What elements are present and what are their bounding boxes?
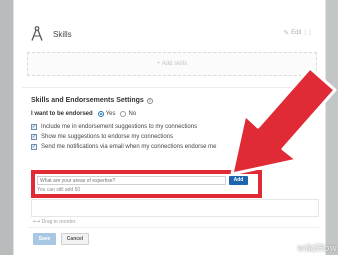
skills-header: Skills [30, 26, 72, 42]
cancel-button[interactable]: Cancel [61, 233, 89, 245]
expertise-input[interactable] [37, 176, 226, 185]
wikihow-watermark: wikiHow [297, 244, 337, 254]
drag-hint: ⟷ Drag to reorder. [33, 219, 77, 225]
left-background-strip [0, 0, 13, 255]
checkbox-checked[interactable]: ✓ [31, 134, 37, 140]
footer-divider [28, 227, 319, 228]
question-icon[interactable]: ? [146, 97, 153, 104]
grip-icon[interactable]: ⁞ [309, 30, 311, 37]
drag-hint-text: Drag to reorder. [41, 219, 77, 225]
endorsed-label: I want to be endorsed [31, 111, 93, 117]
radio-no[interactable] [120, 111, 127, 117]
skills-edit-controls: ✎ Edit | ⁞ [283, 29, 311, 38]
radio-yes[interactable] [97, 111, 104, 117]
right-background-strip [326, 0, 338, 255]
settings-title: Skills and Endorsements Settings ? [31, 97, 153, 104]
checkbox-row[interactable]: ✓ Include me in endorsement suggestions … [31, 124, 197, 130]
checkbox-label[interactable]: Include me in endorsement suggestions to… [41, 124, 197, 130]
endorsed-radio-group: I want to be endorsed Yes No [31, 111, 141, 117]
radio-yes-label[interactable]: Yes [106, 111, 116, 117]
add-expertise-button[interactable]: Add [229, 176, 248, 185]
pencil-icon[interactable]: ✎ [283, 29, 289, 37]
drag-arrows-icon: ⟷ [33, 219, 42, 225]
checkbox-label[interactable]: Show me suggestions to endorse my connec… [41, 134, 173, 140]
remaining-count-note: You can still add 50 [37, 187, 81, 193]
skills-title: Skills [53, 29, 72, 39]
divider: | [304, 30, 307, 36]
expertise-highlight-box: Add You can still add 50 [31, 170, 262, 198]
section-divider [22, 87, 319, 88]
settings-title-text: Skills and Endorsements Settings [31, 97, 144, 104]
checkbox-row[interactable]: ✓ Send me notifications via email when m… [31, 144, 216, 150]
edit-link[interactable]: Edit [291, 30, 301, 36]
profile-skills-card: Skills ✎ Edit | ⁞ + Add skills Skills an… [13, 0, 326, 255]
compass-icon [31, 26, 43, 41]
checkbox-checked[interactable]: ✓ [31, 144, 37, 150]
radio-no-label[interactable]: No [128, 111, 136, 117]
checkbox-checked[interactable]: ✓ [31, 124, 37, 130]
checkbox-row[interactable]: ✓ Show me suggestions to endorse my conn… [31, 134, 173, 140]
save-button[interactable]: Save [33, 233, 56, 245]
add-skills-button[interactable]: + Add skills [27, 52, 317, 76]
skills-list-area [31, 199, 319, 217]
checkbox-label[interactable]: Send me notifications via email when my … [41, 144, 216, 150]
